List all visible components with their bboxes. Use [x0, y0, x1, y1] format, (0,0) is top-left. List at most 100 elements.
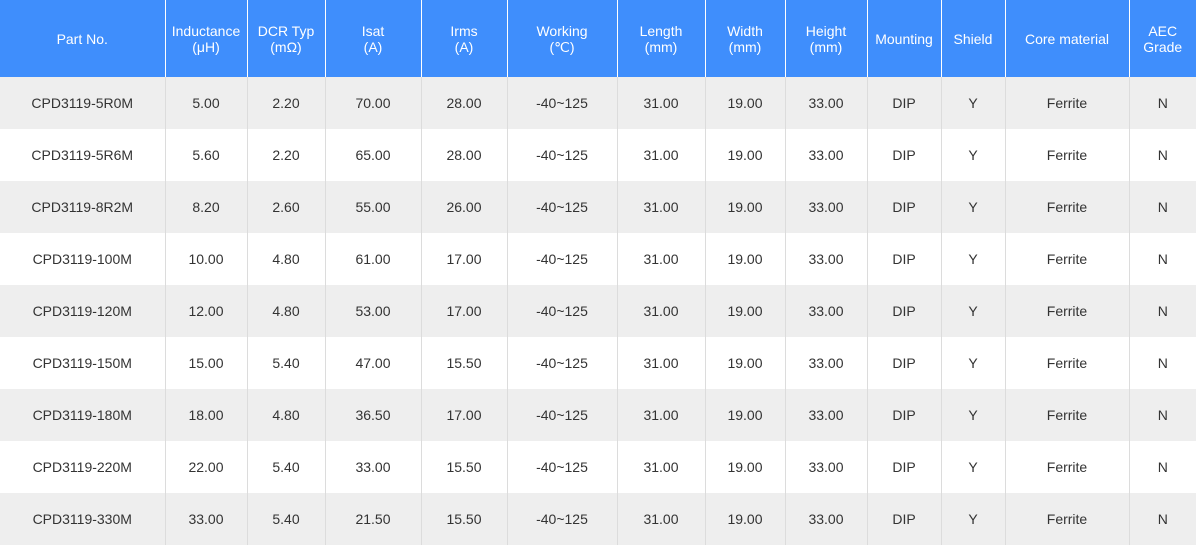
cell-mounting: DIP	[867, 181, 942, 233]
cell-dcr-typ: 4.80	[247, 389, 326, 441]
header-length: Length (mm)	[617, 0, 706, 77]
header-part-no: Part No.	[0, 0, 166, 77]
cell-part-no: CPD3119-8R2M	[0, 181, 166, 233]
cell-aec-grade: N	[1129, 337, 1196, 389]
cell-aec-grade: N	[1129, 129, 1196, 181]
header-unit: (℃)	[549, 38, 575, 55]
table-row: CPD3119-330M 33.00 5.40 21.50 15.50 -40~125 31…	[0, 493, 1196, 545]
header-core-material: Core material	[1005, 0, 1130, 77]
cell-width: 19.00	[705, 441, 786, 493]
header-unit: (mm)	[809, 38, 843, 55]
header-unit: Grade	[1143, 38, 1183, 55]
header-label: Inductance	[171, 22, 241, 39]
cell-aec-grade: N	[1129, 233, 1196, 285]
cell-dcr-typ: 5.40	[247, 493, 326, 545]
header-label: Height	[805, 22, 847, 39]
cell-irms: 28.00	[421, 77, 508, 129]
cell-isat: 47.00	[325, 337, 422, 389]
cell-shield: Y	[941, 337, 1006, 389]
cell-length: 31.00	[617, 493, 706, 545]
table-row: CPD3119-220M 22.00 5.40 33.00 15.50 -40~125 31…	[0, 441, 1196, 493]
header-unit: (mΩ)	[270, 38, 302, 55]
header-working: Working (℃)	[507, 0, 618, 77]
cell-height: 33.00	[785, 493, 868, 545]
cell-irms: 17.00	[421, 233, 508, 285]
cell-aec-grade: N	[1129, 441, 1196, 493]
cell-part-no: CPD3119-5R0M	[0, 77, 166, 129]
cell-length: 31.00	[617, 285, 706, 337]
header-row: Part No. Inductance (μH) DCR Typ (mΩ) Isat…	[0, 0, 1196, 77]
cell-shield: Y	[941, 233, 1006, 285]
cell-irms: 15.50	[421, 337, 508, 389]
cell-inductance: 15.00	[165, 337, 248, 389]
cell-dcr-typ: 5.40	[247, 337, 326, 389]
header-dcr-typ: DCR Typ (mΩ)	[247, 0, 326, 77]
cell-isat: 70.00	[325, 77, 422, 129]
cell-irms: 17.00	[421, 389, 508, 441]
cell-mounting: DIP	[867, 337, 942, 389]
header-label: AEC	[1148, 22, 1178, 39]
header-label: Core material	[1024, 30, 1110, 47]
cell-irms: 15.50	[421, 441, 508, 493]
table-row: CPD3119-8R2M 8.20 2.60 55.00 26.00 -40~125 31.…	[0, 181, 1196, 233]
cell-mounting: DIP	[867, 285, 942, 337]
cell-part-no: CPD3119-330M	[0, 493, 166, 545]
cell-isat: 65.00	[325, 129, 422, 181]
cell-shield: Y	[941, 129, 1006, 181]
cell-inductance: 8.20	[165, 181, 248, 233]
cell-shield: Y	[941, 493, 1006, 545]
cell-part-no: CPD3119-180M	[0, 389, 166, 441]
cell-inductance: 12.00	[165, 285, 248, 337]
cell-inductance: 5.00	[165, 77, 248, 129]
cell-width: 19.00	[705, 493, 786, 545]
cell-irms: 26.00	[421, 181, 508, 233]
cell-height: 33.00	[785, 181, 868, 233]
cell-length: 31.00	[617, 129, 706, 181]
cell-inductance: 22.00	[165, 441, 248, 493]
cell-width: 19.00	[705, 285, 786, 337]
cell-core-material: Ferrite	[1005, 337, 1130, 389]
header-label: Working	[536, 22, 588, 39]
cell-shield: Y	[941, 285, 1006, 337]
cell-inductance: 18.00	[165, 389, 248, 441]
cell-width: 19.00	[705, 77, 786, 129]
cell-inductance: 33.00	[165, 493, 248, 545]
header-label: DCR Typ	[257, 22, 315, 39]
cell-part-no: CPD3119-220M	[0, 441, 166, 493]
header-label: Length	[639, 22, 683, 39]
cell-dcr-typ: 5.40	[247, 441, 326, 493]
table-row: CPD3119-5R0M 5.00 2.20 70.00 28.00 -40~125 31.…	[0, 77, 1196, 129]
cell-part-no: CPD3119-150M	[0, 337, 166, 389]
cell-part-no: CPD3119-5R6M	[0, 129, 166, 181]
table-header: Part No. Inductance (μH) DCR Typ (mΩ) Isat…	[0, 0, 1196, 77]
header-label: Isat	[361, 22, 385, 39]
cell-dcr-typ: 2.20	[247, 77, 326, 129]
cell-working: -40~125	[507, 129, 618, 181]
cell-working: -40~125	[507, 337, 618, 389]
cell-core-material: Ferrite	[1005, 129, 1130, 181]
header-unit: (A)	[363, 38, 383, 55]
cell-inductance: 5.60	[165, 129, 248, 181]
header-label: Mounting	[875, 30, 933, 47]
cell-mounting: DIP	[867, 493, 942, 545]
cell-working: -40~125	[507, 181, 618, 233]
cell-length: 31.00	[617, 77, 706, 129]
cell-core-material: Ferrite	[1005, 233, 1130, 285]
table-row: CPD3119-100M 10.00 4.80 61.00 17.00 -40~125 31…	[0, 233, 1196, 285]
cell-aec-grade: N	[1129, 181, 1196, 233]
cell-working: -40~125	[507, 389, 618, 441]
cell-length: 31.00	[617, 337, 706, 389]
header-mounting: Mounting	[867, 0, 942, 77]
cell-aec-grade: N	[1129, 285, 1196, 337]
header-height: Height (mm)	[785, 0, 868, 77]
cell-width: 19.00	[705, 337, 786, 389]
header-unit: (μH)	[192, 38, 220, 55]
cell-dcr-typ: 2.20	[247, 129, 326, 181]
cell-shield: Y	[941, 181, 1006, 233]
cell-width: 19.00	[705, 181, 786, 233]
cell-core-material: Ferrite	[1005, 181, 1130, 233]
cell-shield: Y	[941, 389, 1006, 441]
cell-part-no: CPD3119-100M	[0, 233, 166, 285]
cell-shield: Y	[941, 77, 1006, 129]
cell-mounting: DIP	[867, 441, 942, 493]
